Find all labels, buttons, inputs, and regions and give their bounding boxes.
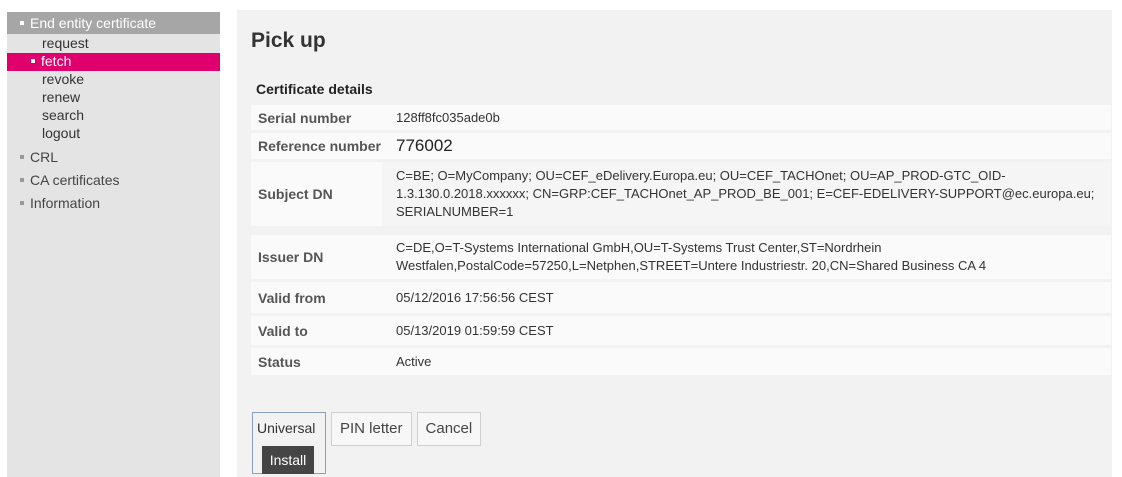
sidebar-item-crl[interactable]: CRL <box>7 149 220 172</box>
universal-button[interactable]: Universal Install <box>252 412 326 474</box>
detail-label: Subject DN <box>258 186 333 202</box>
sidebar-item-label: CA certificates <box>30 172 120 188</box>
section-title: Certificate details <box>256 81 373 97</box>
detail-label: Reference number <box>258 138 381 154</box>
sidebar-item-label: fetch <box>41 53 72 69</box>
detail-label: Valid from <box>258 289 326 306</box>
universal-label: Universal <box>257 420 316 436</box>
detail-label: Status <box>258 353 301 370</box>
detail-label: Valid to <box>258 322 308 339</box>
sidebar-section-label: End entity certificate <box>30 15 157 31</box>
detail-value-valid-from: 05/12/2016 17:56:56 CEST <box>396 289 554 305</box>
sidebar-item-revoke[interactable]: revoke <box>7 71 220 89</box>
detail-value-reference: 776002 <box>396 136 453 155</box>
bullet-icon <box>20 178 24 183</box>
sidebar-item-logout[interactable]: logout <box>7 125 220 143</box>
sidebar-item-label: Information <box>30 195 101 211</box>
detail-row-reference: Reference number 776002 <box>251 133 1111 162</box>
sidebar-item-ca-certificates[interactable]: CA certificates <box>7 172 220 195</box>
detail-row-valid-from: Valid from 05/12/2016 17:56:56 CEST <box>251 282 1111 316</box>
main-content: Pick up Certificate details Serial numbe… <box>237 10 1112 477</box>
detail-value-subject: C=BE; O=MyCompany; OU=CEF_eDelivery.Euro… <box>382 162 1111 226</box>
page-title: Pick up <box>251 29 326 52</box>
detail-label: Issuer DN <box>258 249 324 265</box>
detail-row-serial: Serial number 128ff8fc035ade0b <box>251 105 1111 133</box>
sidebar: End entity certificate request fetch rev… <box>7 12 220 477</box>
action-buttons: Universal Install PIN letter Cancel <box>252 412 482 474</box>
certificate-details-table: Serial number 128ff8fc035ade0b Reference… <box>251 105 1111 378</box>
detail-label: Serial number <box>258 109 352 126</box>
detail-value-issuer: C=DE,O=T-Systems International GmbH,OU=T… <box>396 240 987 273</box>
bullet-icon <box>31 59 35 64</box>
sidebar-item-search[interactable]: search <box>7 107 220 125</box>
bullet-icon <box>20 201 24 206</box>
cancel-button[interactable]: Cancel <box>416 412 482 446</box>
detail-value-serial: 128ff8fc035ade0b <box>396 109 500 125</box>
pin-letter-button[interactable]: PIN letter <box>331 412 412 446</box>
detail-row-issuer: Issuer DN C=DE,O=T-Systems International… <box>251 235 1111 282</box>
sidebar-section-end-entity[interactable]: End entity certificate <box>7 12 220 34</box>
sidebar-item-request[interactable]: request <box>7 35 220 53</box>
detail-row-subject: Subject DN C=BE; O=MyCompany; OU=CEF_eDe… <box>251 162 1111 229</box>
bullet-icon <box>20 155 24 160</box>
sidebar-item-information[interactable]: Information <box>7 195 220 218</box>
detail-value-status: Active <box>396 353 432 369</box>
sidebar-item-renew[interactable]: renew <box>7 89 220 107</box>
detail-row-valid-to: Valid to 05/13/2019 01:59:59 CEST <box>251 316 1111 348</box>
install-button[interactable]: Install <box>262 446 314 474</box>
sidebar-item-label: CRL <box>30 149 59 165</box>
detail-row-status: Status Active <box>251 348 1111 378</box>
sidebar-item-fetch[interactable]: fetch <box>7 53 220 71</box>
bullet-icon <box>20 21 24 26</box>
detail-value-valid-to: 05/13/2019 01:59:59 CEST <box>396 322 554 338</box>
